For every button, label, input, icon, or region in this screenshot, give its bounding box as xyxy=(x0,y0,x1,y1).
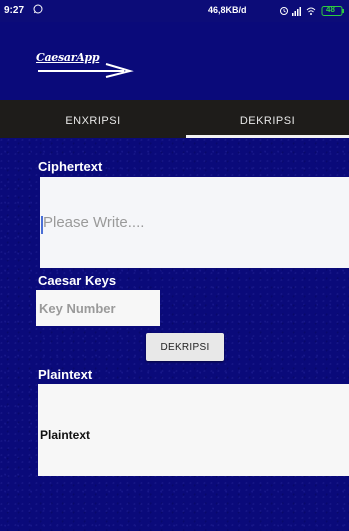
tab-enkripsi[interactable]: ENXRIPSI xyxy=(0,100,186,138)
dekripsi-button[interactable]: DEKRIPSI xyxy=(146,333,224,361)
ciphertext-label: Ciphertext xyxy=(38,159,103,174)
alarm-icon xyxy=(280,7,288,15)
caesar-keys-label: Caesar Keys xyxy=(38,273,117,288)
ciphertext-input[interactable] xyxy=(40,177,349,268)
app-bar: CaesarApp xyxy=(0,22,349,100)
app-screen: 9:27 46,8KB/d 48 CaesarApp ENXRIPSI DEKR… xyxy=(0,0,349,531)
tab-bar: ENXRIPSI DEKRIPSI xyxy=(0,100,349,138)
wifi-icon xyxy=(306,7,316,15)
key-number-input[interactable] xyxy=(36,290,160,326)
status-icons xyxy=(280,6,344,16)
tab-selected-indicator xyxy=(186,135,349,138)
plaintext-label: Plaintext xyxy=(38,367,93,382)
network-speed: 46,8KB/d xyxy=(208,5,247,15)
plaintext-value: Plaintext xyxy=(40,428,91,442)
status-time: 9:27 xyxy=(4,5,25,16)
battery-level: 48 xyxy=(326,5,335,14)
app-logo: CaesarApp xyxy=(36,51,146,79)
whatsapp-icon xyxy=(33,4,43,14)
arrow-icon xyxy=(38,63,134,78)
text-cursor xyxy=(41,216,43,234)
plaintext-output: Plaintext xyxy=(38,384,349,476)
tab-dekripsi[interactable]: DEKRIPSI xyxy=(186,100,349,138)
signal-icon xyxy=(292,7,301,16)
status-bar: 9:27 46,8KB/d 48 xyxy=(0,0,349,22)
